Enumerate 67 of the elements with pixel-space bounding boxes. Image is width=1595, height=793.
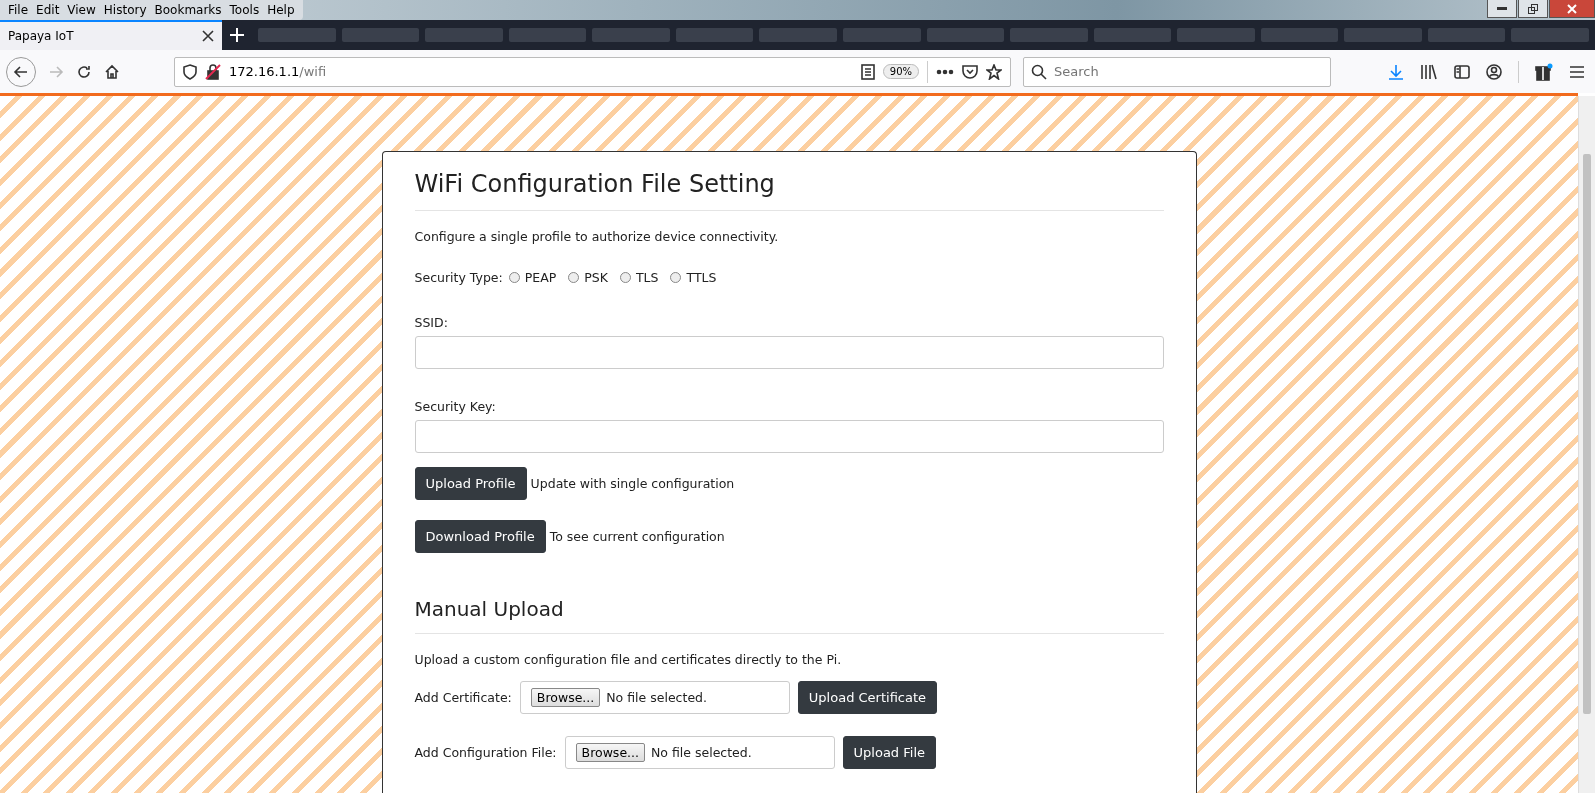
url-text: 172.16.1.1/wifi: [229, 64, 328, 79]
section-heading: Manual Upload: [414, 597, 1164, 634]
input-field[interactable]: [414, 420, 1164, 453]
file-input[interactable]: Browse... No file selected.: [519, 681, 790, 714]
button-note: To see current configuration: [549, 529, 725, 544]
field-label: Security Key:: [414, 399, 496, 414]
upload-label: Add Configuration File:: [414, 745, 557, 760]
address-bar[interactable]: 172.16.1.1/wifi 90%: [174, 56, 1011, 87]
gift-icon[interactable]: [1535, 62, 1553, 81]
browse-button[interactable]: Browse...: [575, 743, 645, 762]
search-field[interactable]: Search: [1023, 56, 1331, 87]
radio-label[interactable]: TLS: [635, 270, 659, 285]
download-icon[interactable]: [1388, 63, 1404, 80]
shield-icon: [183, 63, 197, 80]
minimize-icon: [1497, 6, 1507, 11]
home-icon[interactable]: [104, 63, 120, 80]
scrollbar[interactable]: [1578, 96, 1595, 793]
close-icon: [1567, 3, 1577, 14]
radio-label[interactable]: PSK: [584, 270, 608, 285]
menu-item[interactable]: Bookmarks: [150, 3, 226, 17]
file-status: No file selected.: [606, 690, 707, 705]
upload-button[interactable]: Upload Certificate: [797, 681, 938, 714]
menu-item[interactable]: Help: [263, 3, 299, 17]
close-icon[interactable]: [202, 30, 214, 42]
more-icon[interactable]: [936, 68, 954, 75]
insecure-lock-icon: [205, 63, 221, 80]
back-arrow-icon: [13, 63, 29, 80]
menu-item[interactable]: Edit: [32, 3, 64, 17]
file-status: No file selected.: [651, 745, 752, 760]
radio-label[interactable]: PEAP: [524, 270, 557, 285]
radio-label[interactable]: TTLS: [686, 270, 717, 285]
restore-icon: [1528, 3, 1538, 14]
profile-button[interactable]: Download Profile: [414, 520, 546, 553]
browser-tab[interactable]: Papaya IoT: [0, 20, 222, 50]
menu-item[interactable]: File: [4, 3, 33, 17]
page-heading: WiFi Configuration File Setting: [414, 170, 1164, 211]
new-tab-icon[interactable]: [230, 28, 244, 42]
menu-icon[interactable]: [1569, 64, 1585, 79]
menu-item[interactable]: View: [63, 3, 100, 17]
menu-item[interactable]: Tools: [225, 3, 264, 17]
menu-item[interactable]: History: [99, 3, 151, 17]
radio-button[interactable]: [568, 272, 580, 283]
upload-label: Add Certificate:: [414, 690, 512, 705]
upload-button[interactable]: Upload File: [842, 736, 936, 769]
reader-view-icon[interactable]: [860, 63, 875, 80]
input-field[interactable]: [414, 336, 1164, 369]
button-note: Update with single configuration: [530, 476, 735, 491]
browse-button[interactable]: Browse...: [530, 688, 601, 707]
radio-button[interactable]: [619, 272, 631, 283]
restore-button[interactable]: [1518, 0, 1548, 18]
close-button[interactable]: [1549, 0, 1595, 18]
section-intro-text: Upload a custom configuration file and certificates directly to the Pi.: [414, 652, 843, 667]
sidebar-icon[interactable]: [1454, 63, 1470, 80]
pocket-icon[interactable]: [962, 63, 978, 80]
radio-button[interactable]: [670, 272, 682, 283]
profile-button[interactable]: Upload Profile: [414, 467, 527, 500]
intro-text: Configure a single profile to authorize device connectivity.: [414, 229, 780, 244]
account-icon[interactable]: [1486, 63, 1502, 80]
field-label: SSID:: [414, 315, 448, 330]
star-icon[interactable]: [986, 63, 1002, 80]
reload-icon[interactable]: [76, 63, 92, 80]
library-icon[interactable]: [1420, 63, 1438, 80]
minimize-button[interactable]: [1487, 0, 1517, 18]
radio-button[interactable]: [508, 272, 520, 283]
file-input[interactable]: Browse... No file selected.: [564, 736, 835, 769]
security-type-label: Security Type:: [414, 270, 503, 285]
zoom-level[interactable]: 90%: [882, 64, 919, 79]
